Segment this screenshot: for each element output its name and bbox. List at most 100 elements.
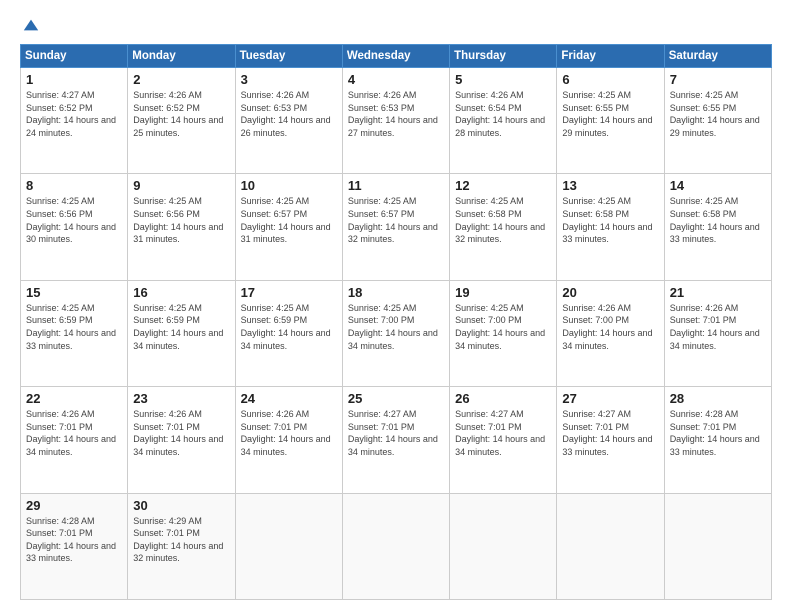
logo-text [20,16,40,34]
day-info: Sunrise: 4:25 AMSunset: 6:58 PMDaylight:… [455,195,551,245]
day-info: Sunrise: 4:26 AMSunset: 7:01 PMDaylight:… [26,408,122,458]
calendar-cell: 30Sunrise: 4:29 AMSunset: 7:01 PMDayligh… [128,493,235,599]
day-number: 12 [455,178,551,193]
day-number: 6 [562,72,658,87]
calendar-cell: 16 Sunrise: 4:25 AMSunset: 6:59 PMDayligh… [128,280,235,386]
calendar-cell: 5 Sunrise: 4:26 AMSunset: 6:54 PMDaylight… [450,68,557,174]
day-info: Sunrise: 4:28 AMSunset: 7:01 PMDaylight:… [26,515,122,565]
day-info: Sunrise: 4:26 AMSunset: 7:00 PMDaylight:… [562,302,658,352]
day-info: Sunrise: 4:26 AMSunset: 6:53 PMDaylight:… [348,89,444,139]
day-info: Sunrise: 4:25 AMSunset: 6:59 PMDaylight:… [241,302,337,352]
day-info: Sunrise: 4:25 AMSunset: 7:00 PMDaylight:… [455,302,551,352]
day-info: Sunrise: 4:25 AMSunset: 6:59 PMDaylight:… [26,302,122,352]
calendar-cell [664,493,771,599]
day-number: 21 [670,285,766,300]
weekday-header: Tuesday [235,45,342,68]
day-number: 9 [133,178,229,193]
day-number: 3 [241,72,337,87]
calendar-cell: 24Sunrise: 4:26 AMSunset: 7:01 PMDayligh… [235,387,342,493]
day-info: Sunrise: 4:27 AMSunset: 7:01 PMDaylight:… [348,408,444,458]
day-info: Sunrise: 4:26 AMSunset: 6:52 PMDaylight:… [133,89,229,139]
page: SundayMondayTuesdayWednesdayThursdayFrid… [0,0,792,612]
day-info: Sunrise: 4:25 AMSunset: 6:56 PMDaylight:… [26,195,122,245]
day-info: Sunrise: 4:26 AMSunset: 7:01 PMDaylight:… [241,408,337,458]
calendar-cell: 28 Sunrise: 4:28 AMSunset: 7:01 PMDayligh… [664,387,771,493]
day-info: Sunrise: 4:25 AMSunset: 6:58 PMDaylight:… [562,195,658,245]
day-info: Sunrise: 4:25 AMSunset: 6:58 PMDaylight:… [670,195,766,245]
calendar-header-row: SundayMondayTuesdayWednesdayThursdayFrid… [21,45,772,68]
day-number: 19 [455,285,551,300]
weekday-header: Monday [128,45,235,68]
calendar-cell: 19 Sunrise: 4:25 AMSunset: 7:00 PMDayligh… [450,280,557,386]
calendar-cell: 21 Sunrise: 4:26 AMSunset: 7:01 PMDayligh… [664,280,771,386]
day-info: Sunrise: 4:25 AMSunset: 6:55 PMDaylight:… [670,89,766,139]
calendar-cell: 29 Sunrise: 4:28 AMSunset: 7:01 PMDayligh… [21,493,128,599]
day-info: Sunrise: 4:27 AMSunset: 7:01 PMDaylight:… [562,408,658,458]
calendar-cell [450,493,557,599]
calendar-cell: 6 Sunrise: 4:25 AMSunset: 6:55 PMDaylight… [557,68,664,174]
calendar-cell: 1Sunrise: 4:27 AMSunset: 6:52 PMDaylight… [21,68,128,174]
calendar-cell: 9 Sunrise: 4:25 AMSunset: 6:56 PMDaylight… [128,174,235,280]
day-info: Sunrise: 4:25 AMSunset: 6:57 PMDaylight:… [241,195,337,245]
calendar-cell: 12 Sunrise: 4:25 AMSunset: 6:58 PMDayligh… [450,174,557,280]
calendar-cell: 2 Sunrise: 4:26 AMSunset: 6:52 PMDaylight… [128,68,235,174]
day-number: 23 [133,391,229,406]
day-info: Sunrise: 4:28 AMSunset: 7:01 PMDaylight:… [670,408,766,458]
calendar-cell [342,493,449,599]
calendar-cell [557,493,664,599]
calendar-week-row: 1Sunrise: 4:27 AMSunset: 6:52 PMDaylight… [21,68,772,174]
calendar-cell: 13 Sunrise: 4:25 AMSunset: 6:58 PMDayligh… [557,174,664,280]
day-info: Sunrise: 4:26 AMSunset: 7:01 PMDaylight:… [670,302,766,352]
calendar-cell: 27 Sunrise: 4:27 AMSunset: 7:01 PMDayligh… [557,387,664,493]
day-number: 8 [26,178,122,193]
calendar-cell: 8 Sunrise: 4:25 AMSunset: 6:56 PMDaylight… [21,174,128,280]
day-number: 18 [348,285,444,300]
day-info: Sunrise: 4:26 AMSunset: 7:01 PMDaylight:… [133,408,229,458]
day-number: 16 [133,285,229,300]
day-number: 30 [133,498,229,513]
calendar-week-row: 22 Sunrise: 4:26 AMSunset: 7:01 PMDayligh… [21,387,772,493]
day-info: Sunrise: 4:26 AMSunset: 6:53 PMDaylight:… [241,89,337,139]
logo [20,16,40,34]
weekday-header: Sunday [21,45,128,68]
day-number: 15 [26,285,122,300]
calendar-cell: 7Sunrise: 4:25 AMSunset: 6:55 PMDaylight… [664,68,771,174]
calendar-cell: 22 Sunrise: 4:26 AMSunset: 7:01 PMDayligh… [21,387,128,493]
calendar-cell: 11 Sunrise: 4:25 AMSunset: 6:57 PMDayligh… [342,174,449,280]
weekday-header: Friday [557,45,664,68]
day-info: Sunrise: 4:25 AMSunset: 6:56 PMDaylight:… [133,195,229,245]
day-number: 4 [348,72,444,87]
day-number: 11 [348,178,444,193]
day-info: Sunrise: 4:27 AMSunset: 6:52 PMDaylight:… [26,89,122,139]
day-info: Sunrise: 4:25 AMSunset: 7:00 PMDaylight:… [348,302,444,352]
day-info: Sunrise: 4:27 AMSunset: 7:01 PMDaylight:… [455,408,551,458]
calendar-cell: 18 Sunrise: 4:25 AMSunset: 7:00 PMDayligh… [342,280,449,386]
day-number: 13 [562,178,658,193]
day-number: 2 [133,72,229,87]
calendar-cell: 14 Sunrise: 4:25 AMSunset: 6:58 PMDayligh… [664,174,771,280]
calendar-table: SundayMondayTuesdayWednesdayThursdayFrid… [20,44,772,600]
day-number: 28 [670,391,766,406]
day-number: 27 [562,391,658,406]
weekday-header: Wednesday [342,45,449,68]
calendar-cell: 20Sunrise: 4:26 AMSunset: 7:00 PMDayligh… [557,280,664,386]
day-number: 5 [455,72,551,87]
weekday-header: Thursday [450,45,557,68]
day-number: 14 [670,178,766,193]
calendar-cell: 25Sunrise: 4:27 AMSunset: 7:01 PMDayligh… [342,387,449,493]
calendar-cell: 4 Sunrise: 4:26 AMSunset: 6:53 PMDaylight… [342,68,449,174]
calendar-week-row: 29 Sunrise: 4:28 AMSunset: 7:01 PMDayligh… [21,493,772,599]
calendar-week-row: 15 Sunrise: 4:25 AMSunset: 6:59 PMDayligh… [21,280,772,386]
day-info: Sunrise: 4:25 AMSunset: 6:57 PMDaylight:… [348,195,444,245]
calendar-week-row: 8 Sunrise: 4:25 AMSunset: 6:56 PMDaylight… [21,174,772,280]
day-info: Sunrise: 4:26 AMSunset: 6:54 PMDaylight:… [455,89,551,139]
day-number: 29 [26,498,122,513]
calendar-cell: 26 Sunrise: 4:27 AMSunset: 7:01 PMDayligh… [450,387,557,493]
day-info: Sunrise: 4:25 AMSunset: 6:59 PMDaylight:… [133,302,229,352]
calendar-cell: 17Sunrise: 4:25 AMSunset: 6:59 PMDayligh… [235,280,342,386]
day-number: 10 [241,178,337,193]
calendar-cell [235,493,342,599]
day-number: 22 [26,391,122,406]
day-number: 26 [455,391,551,406]
day-info: Sunrise: 4:25 AMSunset: 6:55 PMDaylight:… [562,89,658,139]
